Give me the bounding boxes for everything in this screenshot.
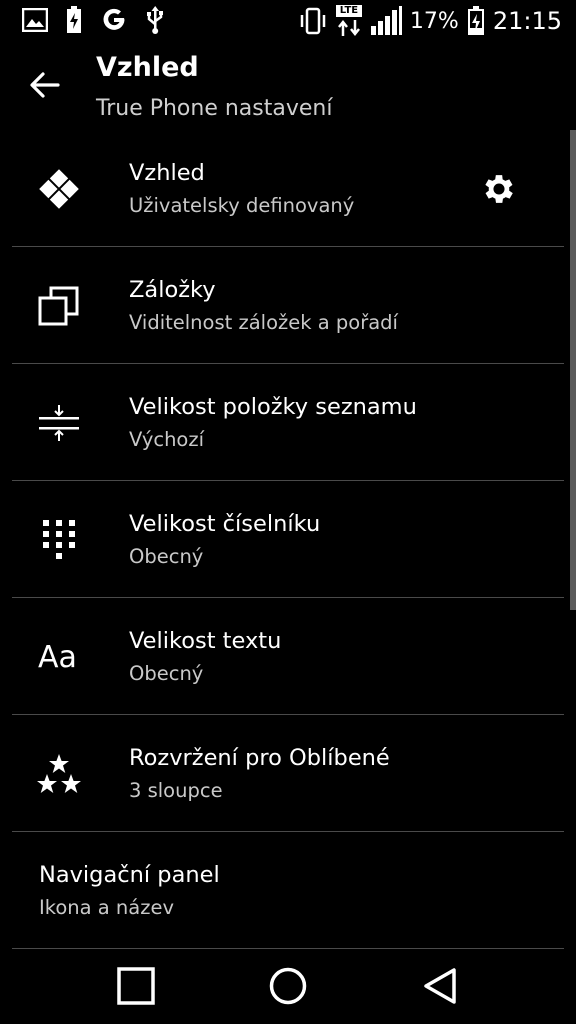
stars-icon (36, 751, 82, 797)
setting-title: Velikost číselníku (129, 511, 321, 537)
recents-button[interactable] (116, 966, 156, 1006)
clock: 21:15 (492, 7, 562, 35)
battery-percent: 17% (409, 8, 459, 34)
usb-icon (147, 6, 163, 34)
page-subtitle: True Phone nastavení (96, 96, 333, 121)
setting-navigation-panel[interactable]: Navigační panel Ikona a název (0, 832, 576, 949)
setting-subtitle: Výchozí (129, 428, 205, 451)
back-button[interactable] (421, 966, 461, 1006)
back-arrow-icon[interactable] (28, 68, 62, 102)
divider (12, 948, 564, 949)
dialpad-icon (36, 517, 82, 563)
setting-subtitle: 3 sloupce (129, 779, 223, 802)
setting-tabs[interactable]: Záložky Viditelnost záložek a pořadí (0, 247, 576, 364)
vibrate-icon (300, 7, 326, 35)
setting-title: Rozvržení pro Oblíbené (129, 745, 390, 771)
signal-icon (370, 6, 402, 35)
setting-favorites-layout[interactable]: Rozvržení pro Oblíbené 3 sloupce (0, 715, 576, 832)
tabs-icon (36, 283, 82, 329)
lte-icon: LTE (335, 5, 362, 37)
setting-subtitle: Obecný (129, 662, 204, 685)
text-size-icon-label: Aa (38, 639, 77, 675)
setting-title: Vzhled (129, 160, 205, 186)
settings-list: Vzhled Uživatelsky definovaný Záložky Vi… (0, 130, 576, 949)
system-nav-bar (0, 950, 576, 1024)
setting-text-size[interactable]: Aa Velikost textu Obecný (0, 598, 576, 715)
setting-subtitle: Obecný (129, 545, 204, 568)
diamond-grid-icon (36, 166, 82, 212)
home-button[interactable] (268, 966, 308, 1006)
setting-theme[interactable]: Vzhled Uživatelsky definovaný (0, 130, 576, 247)
setting-subtitle: Uživatelsky definovaný (129, 194, 355, 217)
image-icon (22, 8, 48, 32)
setting-title: Záložky (129, 277, 216, 303)
setting-list-item-size[interactable]: Velikost položky seznamu Výchozí (0, 364, 576, 481)
setting-subtitle: Ikona a název (39, 896, 175, 919)
setting-title: Navigační panel (39, 862, 220, 888)
list-size-icon (36, 400, 82, 446)
battery-icon (467, 6, 484, 35)
google-icon (103, 8, 125, 30)
lte-label: LTE (335, 5, 362, 17)
page-title: Vzhled (96, 52, 199, 83)
setting-subtitle: Viditelnost záložek a pořadí (129, 311, 398, 334)
setting-title: Velikost textu (129, 628, 282, 654)
app-bar: Vzhled True Phone nastavení (0, 44, 576, 130)
setting-title: Velikost položky seznamu (129, 394, 417, 420)
scrollbar[interactable] (570, 130, 576, 610)
text-size-icon: Aa (38, 634, 84, 680)
gear-icon[interactable] (480, 170, 518, 208)
setting-dialpad-size[interactable]: Velikost číselníku Obecný (0, 481, 576, 598)
status-bar: LTE 17% 21:15 (0, 0, 576, 44)
battery-charging-icon (67, 6, 81, 33)
